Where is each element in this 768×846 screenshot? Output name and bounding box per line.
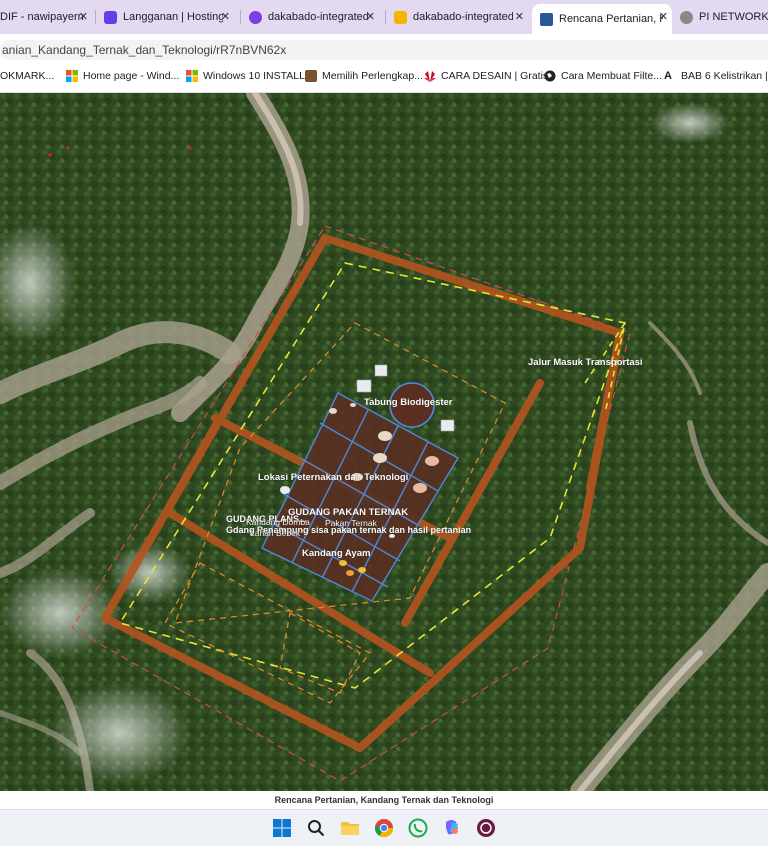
tab-3[interactable]: dakabado-integrated ✕: [249, 4, 379, 30]
bookmark-3-label: Windows 10 INSTALL: [203, 70, 305, 82]
bookmark-1-label: OKMARK...: [0, 70, 55, 82]
tab-6-label: PI NETWORK &: [699, 11, 768, 23]
tab-5-active[interactable]: Rencana Pertanian, K ✕: [532, 4, 672, 34]
address-bar-row: anian_Kandang_Ternak_dan_Teknologi/rR7nB…: [0, 34, 768, 64]
bookmark-6-label: Cara Membuat Filte...: [561, 70, 662, 82]
tab-strip: DIF - nawipayern ✕ Langganan | Hosting ✕…: [0, 0, 768, 34]
huawei-icon: [424, 70, 436, 82]
windows-start-icon[interactable]: [270, 816, 294, 840]
app-icon: [249, 10, 262, 24]
bookmark-6[interactable]: Cara Membuat Filte...: [544, 70, 662, 82]
label-kandang-ayam: Kandang Ayam: [302, 548, 370, 559]
bookmark-1[interactable]: OKMARK...: [0, 70, 54, 82]
label-lokasi: Lokasi Peternakan dan Teknologi: [258, 472, 408, 483]
tab-1-label: DIF - nawipayern: [0, 11, 84, 23]
person-icon: [305, 70, 317, 82]
bookmark-3[interactable]: Windows 10 INSTALL: [186, 70, 305, 82]
whatsapp-icon[interactable]: [406, 816, 430, 840]
bookmarks-bar: OKMARK... Home page - Wind... Windows 10…: [0, 64, 768, 93]
windows-icon: [66, 70, 78, 82]
tab-5-close-icon[interactable]: ✕: [659, 10, 668, 23]
windows-taskbar: [0, 809, 768, 846]
bookmark-4-label: Memilih Perlengkap...: [322, 70, 423, 82]
tab-3-close-icon[interactable]: ✕: [366, 10, 375, 23]
bookmark-5-label: CARA DESAIN | Gratis: [441, 70, 549, 82]
search-icon[interactable]: [304, 816, 328, 840]
label-lahan-bebek: Lahan Bebek: [250, 528, 301, 538]
hostinger-icon: [104, 10, 117, 24]
label-biodigester: Tabung Biodigester: [364, 397, 453, 408]
tab-4-close-icon[interactable]: ✕: [515, 10, 524, 23]
tab-4-label: dakabado-integrated: [413, 11, 513, 23]
address-bar[interactable]: anian_Kandang_Ternak_dan_Teknologi/rR7nB…: [0, 40, 768, 60]
chrome-icon[interactable]: [372, 816, 396, 840]
bookmark-4[interactable]: Memilih Perlengkap...: [305, 70, 423, 82]
label-jalur-masuk: Jalur Masuk Transportasi: [528, 357, 643, 368]
bookmark-2[interactable]: Home page - Wind...: [66, 70, 179, 82]
tab-6[interactable]: PI NETWORK &: [680, 4, 768, 30]
tab-2-label: Langganan | Hosting: [123, 11, 223, 23]
tab-2[interactable]: Langganan | Hosting ✕: [104, 4, 234, 30]
app-icon[interactable]: [474, 816, 498, 840]
copilot-icon[interactable]: [440, 816, 464, 840]
tab-1-close-icon[interactable]: ✕: [79, 10, 88, 23]
url-text: anian_Kandang_Ternak_dan_Teknologi/rR7nB…: [2, 43, 287, 57]
tab-4[interactable]: dakabado-integrated ✕: [394, 4, 528, 30]
bookmark-2-label: Home page - Wind...: [83, 70, 180, 82]
page-icon: [540, 12, 553, 26]
bookmark-5[interactable]: CARA DESAIN | Gratis: [424, 70, 548, 82]
bookmark-7-label: BAB 6 Kelistrikan | F...: [681, 70, 768, 82]
satellite-map[interactable]: Jalur Masuk Transportasi Tabung Biodiges…: [0, 93, 768, 791]
file-explorer-icon[interactable]: [338, 816, 362, 840]
pi-network-icon: [680, 10, 693, 24]
windows-icon: [186, 70, 198, 82]
tab-1[interactable]: DIF - nawipayern ✕: [0, 4, 92, 30]
tab-3-label: dakabado-integrated: [268, 11, 368, 23]
map-caption: Rencana Pertanian, Kandang Ternak dan Te…: [0, 791, 768, 809]
tab-2-close-icon[interactable]: ✕: [221, 10, 230, 23]
bookmark-7[interactable]: A BAB 6 Kelistrikan | F...: [664, 70, 768, 82]
slides-icon: [394, 10, 407, 24]
a-letter-icon: A: [664, 70, 672, 82]
globe-icon: [544, 70, 556, 82]
tab-5-label: Rencana Pertanian, K: [559, 13, 663, 25]
